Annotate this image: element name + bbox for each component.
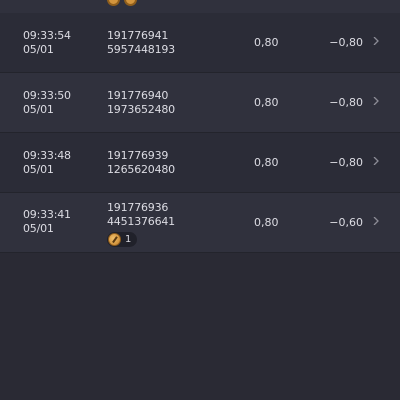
date-label: 05/01	[23, 222, 54, 235]
pnl-label: −0,80	[329, 36, 363, 49]
id-cell: 191776939 1265620480	[107, 149, 175, 177]
bonus-badge: 1	[107, 232, 138, 247]
id-cell: 191776936 4451376641 1	[107, 201, 175, 250]
qty-label: 0,80	[254, 36, 279, 49]
pnl-label: −0,80	[329, 156, 363, 169]
pnl-label: −0,60	[329, 216, 363, 229]
trade-id-label: 191776940	[107, 89, 169, 102]
trade-id-label: 191776939	[107, 149, 169, 162]
list-item-partial[interactable]	[0, 0, 400, 13]
list-item[interactable]: 09:33:54 05/01 191776941 5957448193 0,80…	[0, 13, 400, 73]
coin-icon	[108, 233, 121, 246]
chevron-right-icon[interactable]	[372, 157, 380, 165]
chevron-right-icon[interactable]	[372, 217, 380, 225]
ref-id-label: 4451376641	[107, 215, 175, 228]
time-cell: 09:33:50 05/01	[23, 89, 71, 117]
bonus-count: 1	[125, 233, 132, 245]
time-cell: 09:33:41 05/01	[23, 208, 71, 236]
qty-label: 0,80	[254, 96, 279, 109]
date-label: 05/01	[23, 103, 54, 116]
time-label: 09:33:50	[23, 89, 71, 102]
time-cell: 09:33:48 05/01	[23, 149, 71, 177]
date-label: 05/01	[23, 163, 54, 176]
date-label: 05/01	[23, 43, 54, 56]
trade-history-screen: 09:33:54 05/01 191776941 5957448193 0,80…	[0, 0, 400, 400]
pnl-label: −0,80	[329, 96, 363, 109]
list-item[interactable]: 09:33:41 05/01 191776936 4451376641 1 0,…	[0, 193, 400, 253]
chevron-right-icon[interactable]	[372, 37, 380, 45]
trade-id-label: 191776941	[107, 29, 169, 42]
ref-id-label: 1265620480	[107, 163, 175, 176]
list-item[interactable]: 09:33:50 05/01 191776940 1973652480 0,80…	[0, 73, 400, 133]
ref-id-label: 5957448193	[107, 43, 175, 56]
coin-icon	[124, 0, 137, 6]
time-label: 09:33:54	[23, 29, 71, 42]
time-label: 09:33:41	[23, 208, 71, 221]
empty-list-area	[0, 253, 400, 400]
id-cell: 191776940 1973652480	[107, 89, 175, 117]
coin-icon	[107, 0, 120, 6]
trade-id-label: 191776936	[107, 201, 169, 214]
list-item[interactable]: 09:33:48 05/01 191776939 1265620480 0,80…	[0, 133, 400, 193]
id-cell: 191776941 5957448193	[107, 29, 175, 57]
qty-label: 0,80	[254, 156, 279, 169]
chevron-right-icon[interactable]	[372, 97, 380, 105]
time-cell: 09:33:54 05/01	[23, 29, 71, 57]
time-label: 09:33:48	[23, 149, 71, 162]
ref-id-label: 1973652480	[107, 103, 175, 116]
qty-label: 0,80	[254, 216, 279, 229]
